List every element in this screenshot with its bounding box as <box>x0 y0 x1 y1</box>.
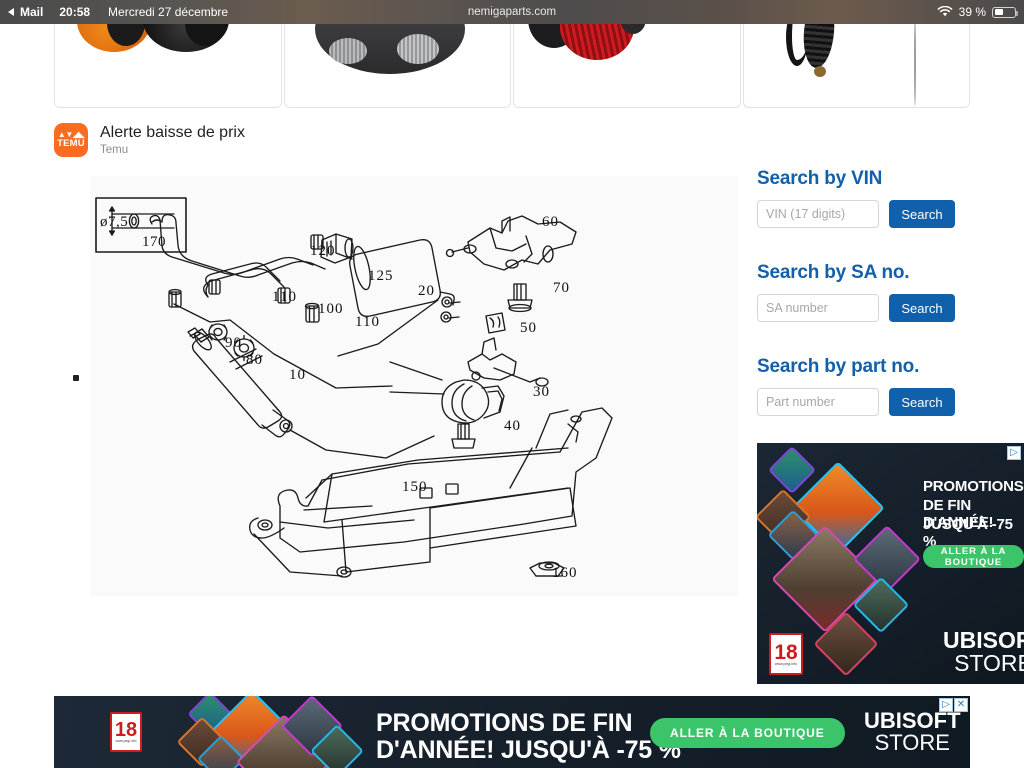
diagram-callout-10: 10 <box>289 367 306 383</box>
search-by-vin-block: Search by VIN Search <box>757 168 997 228</box>
diagram-callout-20: 20 <box>418 283 435 299</box>
detail-box-diameter: ø7,5 <box>100 214 128 230</box>
bottom-ad-brand-sub: STORE <box>874 730 950 755</box>
ios-status-bar: Mail 20:58 Mercredi 27 décembre nemigapa… <box>0 0 1024 24</box>
diagram-callout-150: 150 <box>402 479 428 495</box>
black-tool-thumbnail[interactable] <box>283 24 511 108</box>
adchoices-icon[interactable]: ▷ <box>1007 446 1021 460</box>
vin-input[interactable] <box>757 200 879 228</box>
part-search-button[interactable]: Search <box>889 388 955 416</box>
bottom-ad-headline-2: D'ANNÉE! JUSQU'À -75 % <box>376 736 681 764</box>
diagram-callout-30: 30 <box>533 384 550 400</box>
side-ad-brand-sub: STORE <box>954 650 1024 676</box>
pegi-url-label: www.pegi.info <box>774 661 798 666</box>
pegi-url-label: www.pegi.info <box>115 739 137 744</box>
bottom-ad-headline-1: PROMOTIONS DE FIN <box>376 709 633 737</box>
search-by-part-block: Search by part no. Search <box>757 356 997 416</box>
parts-diagram-panel: 120 125 110 100 110 20 60 70 50 30 40 90 80 10 150 160 ø… <box>90 176 738 596</box>
temu-ad-text: Alerte baisse de prix Temu <box>100 124 245 156</box>
diagram-callout-70: 70 <box>553 280 570 296</box>
diagram-callout-110: 110 <box>272 289 297 305</box>
search-by-sa-block: Search by SA no. Search <box>757 262 997 322</box>
temu-sponsored-ad[interactable]: ▲▼◢◣ TEMU Alerte baisse de prix Temu <box>54 120 474 160</box>
temu-logo-icon: ▲▼◢◣ TEMU <box>54 123 88 157</box>
sprocket-set-thumbnail[interactable] <box>54 24 282 108</box>
temu-ad-sponsor: Temu <box>100 144 129 156</box>
ubisoft-bottom-banner-ad[interactable]: PROMOTIONS DE FIN D'ANNÉE! JUSQU'À -75 %… <box>54 696 970 768</box>
battery-icon <box>992 6 1018 18</box>
diagram-callout-160: 160 <box>552 565 578 581</box>
spray-gun-thumbnail[interactable] <box>742 24 970 108</box>
sa-number-input[interactable] <box>757 294 879 322</box>
diagram-callout-50: 50 <box>520 320 537 336</box>
pegi-rating-number: 18 <box>774 640 798 664</box>
parts-diagram-svg: 120 125 110 100 110 20 60 70 50 30 40 9080 10 150 160 ø… <box>95 197 613 581</box>
bottom-ad-brand: UBISOFT STORE <box>864 710 961 754</box>
ad-art-diamond <box>767 445 817 495</box>
side-ad-cta-button[interactable]: ALLER À LA BOUTIQUE <box>923 545 1024 568</box>
pegi-rating-number: 18 <box>114 719 138 742</box>
temu-ad-title: Alerte baisse de prix <box>100 124 245 141</box>
search-by-sa-heading: Search by SA no. <box>757 262 910 283</box>
side-ad-brand: UBISOFT STORE <box>943 629 1024 675</box>
bottom-ad-badges[interactable]: ▷ ✕ <box>939 698 968 712</box>
address-bar-url[interactable]: nemigaparts.com <box>0 6 1024 18</box>
diagram-callout-40: 40 <box>504 418 521 434</box>
diagram-callout-90: 90 <box>225 335 242 351</box>
vin-search-button[interactable]: Search <box>889 200 955 228</box>
product-thumbnail-strip <box>54 24 970 108</box>
side-ad-headline-1: PROMOTIONS <box>923 478 1024 495</box>
detail-box-length: 170 <box>142 234 166 250</box>
list-bullet-marker <box>73 375 79 381</box>
search-by-part-heading: Search by part no. <box>757 356 920 377</box>
diagram-callout-125: 125 <box>368 268 394 284</box>
diagram-callout-80: 80 <box>246 352 263 368</box>
battery-percent-label: 39 % <box>958 5 986 19</box>
ubisoft-side-banner-ad[interactable]: PROMOTIONS DE FIN D'ANNÉE! JUSQU'À -75 %… <box>757 443 1024 684</box>
wifi-icon <box>937 6 952 17</box>
temu-icon-word: TEMU <box>57 138 85 150</box>
search-panel: Search by VIN Search Search by SA no. Se… <box>757 168 997 450</box>
pegi-18-icon: 18 www.pegi.info <box>110 712 142 752</box>
diagram-callout-120: 120 <box>310 243 336 259</box>
bottom-ad-cta-button[interactable]: ALLER À LA BOUTIQUE <box>650 718 845 748</box>
status-bar-right: 39 % <box>937 5 1024 19</box>
diagram-callout-60: 60 <box>542 214 559 230</box>
diagram-callout-100: 100 <box>318 301 344 317</box>
part-number-input[interactable] <box>757 388 879 416</box>
diagram-callout-110: 110 <box>355 314 380 330</box>
pegi-18-icon: 18 www.pegi.info <box>769 633 803 675</box>
search-by-vin-heading: Search by VIN <box>757 168 883 189</box>
side-ad-badges[interactable]: ▷ <box>1007 446 1021 460</box>
web-page-viewport: ▲▼◢◣ TEMU Alerte baisse de prix Temu 120… <box>0 24 1024 768</box>
sa-search-button[interactable]: Search <box>889 294 955 322</box>
red-finned-part-thumbnail[interactable] <box>513 24 741 108</box>
close-icon[interactable]: ✕ <box>954 698 968 712</box>
adchoices-icon[interactable]: ▷ <box>939 698 953 712</box>
